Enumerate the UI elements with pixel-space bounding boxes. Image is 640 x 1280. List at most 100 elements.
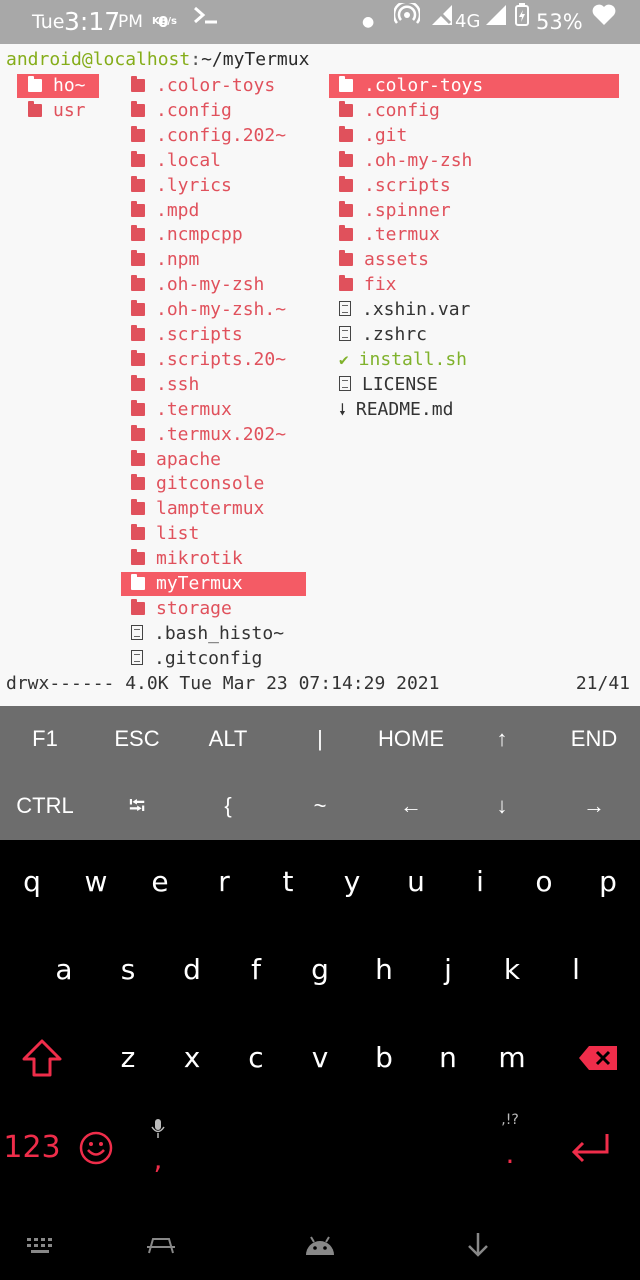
folder-entry-oh-my-zsh[interactable]: .oh-my-zsh.~ bbox=[131, 298, 286, 322]
folder-entry-usr[interactable]: usr bbox=[28, 99, 86, 123]
extra-key-symbol-row1-5[interactable]: ↑ bbox=[457, 706, 547, 772]
numbers-key[interactable]: 123 bbox=[2, 1108, 62, 1188]
folder-entry-scripts[interactable]: .scripts bbox=[339, 174, 451, 198]
key-k[interactable]: k bbox=[482, 930, 542, 1010]
battery-icon bbox=[514, 0, 530, 44]
key-h[interactable]: h bbox=[354, 930, 414, 1010]
folder-entry-config[interactable]: .config bbox=[131, 99, 232, 123]
comma-key[interactable]: , bbox=[128, 1108, 188, 1188]
extra-key-esc[interactable]: ESC bbox=[92, 706, 182, 772]
file-entry-license[interactable]: LICENSE bbox=[339, 373, 438, 397]
key-e[interactable]: e bbox=[130, 842, 190, 922]
folder-entry-ncmpcpp[interactable]: .ncmpcpp bbox=[131, 223, 243, 247]
key-d[interactable]: d bbox=[162, 930, 222, 1010]
key-b[interactable]: b bbox=[354, 1018, 414, 1098]
folder-entry-spinner[interactable]: .spinner bbox=[339, 199, 451, 223]
folder-entry-scripts[interactable]: .scripts bbox=[131, 323, 243, 347]
extra-key-symbol-row2-2[interactable]: { bbox=[183, 773, 273, 839]
folder-entry-ssh[interactable]: .ssh bbox=[131, 373, 199, 397]
folder-entry-local[interactable]: .local bbox=[131, 149, 221, 173]
key-j[interactable]: j bbox=[418, 930, 478, 1010]
folder-entry-color-toys[interactable]: .color-toys bbox=[329, 74, 619, 98]
keyboard-icon[interactable] bbox=[10, 1220, 70, 1270]
key-c[interactable]: c bbox=[226, 1018, 286, 1098]
extra-key-alt[interactable]: ALT bbox=[183, 706, 273, 772]
file-entry-gitconfig[interactable]: .gitconfig bbox=[131, 647, 262, 671]
folder-entry-npm[interactable]: .npm bbox=[131, 248, 199, 272]
extra-key-ctrl[interactable]: CTRL bbox=[0, 773, 90, 839]
key-x[interactable]: x bbox=[162, 1018, 222, 1098]
period-key[interactable]: ,!? . bbox=[480, 1108, 540, 1188]
key-o[interactable]: o bbox=[514, 842, 574, 922]
key-r[interactable]: r bbox=[194, 842, 254, 922]
folder-entry-termux[interactable]: .termux bbox=[131, 398, 232, 422]
folder-entry-lyrics[interactable]: .lyrics bbox=[131, 174, 232, 198]
key-w[interactable]: w bbox=[66, 842, 126, 922]
enter-key[interactable] bbox=[558, 1108, 622, 1188]
extra-key-end[interactable]: END bbox=[549, 706, 639, 772]
extra-key-symbol-row2-1[interactable]: ⭾ bbox=[92, 773, 182, 839]
extra-key-symbol-row1-3[interactable]: | bbox=[275, 706, 365, 772]
file-entry-xshin-var[interactable]: .xshin.var bbox=[339, 298, 470, 322]
extra-key-symbol-row2-4[interactable]: ← bbox=[366, 773, 456, 839]
folder-entry-config[interactable]: .config bbox=[339, 99, 440, 123]
folder-entry-list[interactable]: list bbox=[131, 522, 199, 546]
extra-key-symbol-row2-6[interactable]: → bbox=[549, 773, 639, 839]
folder-entry-apache[interactable]: apache bbox=[131, 448, 221, 472]
extra-key-f1[interactable]: F1 bbox=[0, 706, 90, 772]
extra-key-symbol-row2-5[interactable]: ↓ bbox=[457, 773, 547, 839]
extra-key-home[interactable]: HOME bbox=[366, 706, 456, 772]
key-v[interactable]: v bbox=[290, 1018, 350, 1098]
key-y[interactable]: y bbox=[322, 842, 382, 922]
folder-entry-gitconsole[interactable]: gitconsole bbox=[131, 472, 264, 496]
folder-entry-color-toys[interactable]: .color-toys bbox=[131, 74, 275, 98]
file-entry-zshrc[interactable]: .zshrc bbox=[339, 323, 427, 347]
key-g[interactable]: g bbox=[290, 930, 350, 1010]
key-n[interactable]: n bbox=[418, 1018, 478, 1098]
folder-entry-ho[interactable]: ho~ bbox=[17, 74, 99, 98]
folder-entry-storage[interactable]: storage bbox=[131, 597, 232, 621]
key-a[interactable]: a bbox=[34, 930, 94, 1010]
key-f[interactable]: f bbox=[226, 930, 286, 1010]
folder-entry-fix[interactable]: fix bbox=[339, 273, 397, 297]
folder-icon bbox=[131, 225, 145, 242]
clipboard-icon[interactable] bbox=[131, 1220, 191, 1270]
shift-key[interactable] bbox=[10, 1018, 74, 1098]
key-l[interactable]: l bbox=[546, 930, 606, 1010]
folder-entry-oh-my-zsh[interactable]: .oh-my-zsh bbox=[131, 273, 264, 297]
folder-entry-git[interactable]: .git bbox=[339, 124, 407, 148]
folder-entry-assets[interactable]: assets bbox=[339, 248, 429, 272]
file-entry-bash-histo[interactable]: .bash_histo~ bbox=[131, 622, 284, 646]
key-u[interactable]: u bbox=[386, 842, 446, 922]
key-i[interactable]: i bbox=[450, 842, 510, 922]
entry-name: .bash_histo~ bbox=[154, 622, 285, 644]
emoji-key[interactable] bbox=[66, 1108, 126, 1188]
folder-entry-termux-202[interactable]: .termux.202~ bbox=[131, 423, 286, 447]
key-z[interactable]: z bbox=[98, 1018, 158, 1098]
folder-entry-oh-my-zsh[interactable]: .oh-my-zsh bbox=[339, 149, 472, 173]
key-s[interactable]: s bbox=[98, 930, 158, 1010]
entry-name: myTermux bbox=[156, 573, 243, 594]
folder-icon bbox=[339, 225, 353, 242]
folder-entry-lamptermux[interactable]: lamptermux bbox=[131, 497, 264, 521]
folder-entry-mytermux[interactable]: myTermux bbox=[121, 572, 306, 596]
folder-icon bbox=[131, 424, 145, 441]
folder-entry-scripts-20[interactable]: .scripts.20~ bbox=[131, 348, 286, 372]
file-entry-readme-md[interactable]: 🠗 README.md bbox=[339, 398, 453, 422]
key-q[interactable]: q bbox=[2, 842, 62, 922]
space-key[interactable] bbox=[188, 1108, 478, 1188]
extra-key-symbol-row2-3[interactable]: ~ bbox=[275, 773, 365, 839]
prompt-user: android@localhost bbox=[6, 49, 191, 70]
backspace-key[interactable] bbox=[566, 1018, 630, 1098]
android-icon[interactable] bbox=[290, 1220, 350, 1270]
key-p[interactable]: p bbox=[578, 842, 638, 922]
terminal-window[interactable]: android@localhost:~/myTermux ho~ usr .col… bbox=[0, 44, 640, 706]
folder-entry-mpd[interactable]: .mpd bbox=[131, 199, 199, 223]
folder-entry-mikrotik[interactable]: mikrotik bbox=[131, 547, 243, 571]
hide-keyboard-icon[interactable] bbox=[448, 1220, 508, 1270]
folder-entry-termux[interactable]: .termux bbox=[339, 223, 440, 247]
network-type: 4G bbox=[455, 11, 481, 32]
folder-entry-config-202[interactable]: .config.202~ bbox=[131, 124, 286, 148]
key-t[interactable]: t bbox=[258, 842, 318, 922]
file-entry-install-sh[interactable]: ✔ install.sh bbox=[339, 348, 467, 372]
